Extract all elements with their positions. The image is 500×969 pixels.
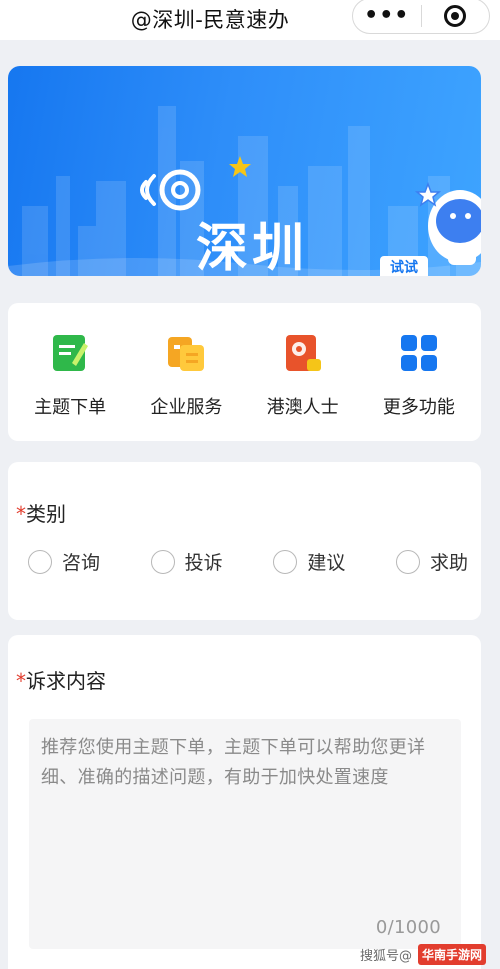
edit-note-icon bbox=[50, 333, 90, 373]
radio-consult[interactable]: 咨询 bbox=[28, 548, 100, 575]
function-grid: 主题下单 企业服务 港澳人士 更多功能 bbox=[8, 303, 481, 441]
watermark: 搜狐号@ 华南手游网 bbox=[360, 940, 500, 969]
function-more[interactable]: 更多功能 bbox=[364, 333, 474, 419]
radio-label: 建议 bbox=[307, 552, 346, 574]
banner-logo-text: 深圳 bbox=[196, 219, 309, 276]
function-label: 企业服务 bbox=[150, 397, 223, 418]
radio-circle[interactable] bbox=[273, 549, 298, 574]
required-mark: * bbox=[16, 502, 26, 526]
radio-label: 求助 bbox=[429, 552, 468, 574]
ask-me-badge[interactable]: 试试 问我 bbox=[380, 256, 428, 276]
mascot-illustration bbox=[414, 181, 481, 265]
category-label-text: 类别 bbox=[26, 502, 66, 526]
close-button[interactable] bbox=[422, 0, 490, 33]
radio-help[interactable]: 求助 bbox=[395, 548, 468, 575]
request-label: *诉求内容 bbox=[16, 665, 106, 694]
radio-label: 投诉 bbox=[184, 552, 223, 574]
function-enterprise-service[interactable]: 企业服务 bbox=[131, 333, 241, 419]
radio-circle[interactable] bbox=[28, 549, 52, 574]
more-dots-icon: ••• bbox=[364, 3, 410, 28]
radio-circle[interactable] bbox=[150, 549, 175, 574]
required-mark: * bbox=[16, 669, 26, 693]
grid-apps-icon bbox=[399, 333, 439, 373]
category-section: *类别 咨询 投诉 建议 求助 bbox=[8, 462, 481, 620]
category-radio-group: 咨询 投诉 建议 求助 bbox=[28, 548, 468, 575]
watermark-text: 搜狐号@ bbox=[360, 949, 413, 964]
radio-suggestion[interactable]: 建议 bbox=[273, 548, 345, 575]
banner[interactable]: 深圳 试试 问我 bbox=[8, 66, 481, 276]
category-label: *类别 bbox=[16, 498, 66, 527]
char-counter: 0/1000 bbox=[375, 917, 441, 938]
request-content-section: *诉求内容 推荐您使用主题下单，主题下单可以帮助您更详细、准确的描述问题，有助于… bbox=[8, 635, 481, 969]
top-bar: @深圳-民意速办 ••• bbox=[0, 0, 500, 40]
business-card-icon bbox=[166, 333, 206, 373]
request-label-text: 诉求内容 bbox=[26, 669, 106, 693]
function-hk-macau[interactable]: 港澳人士 bbox=[248, 333, 358, 419]
function-label: 主题下单 bbox=[34, 397, 107, 418]
function-label: 港澳人士 bbox=[266, 397, 339, 418]
more-button[interactable]: ••• bbox=[353, 0, 421, 33]
function-topic-order[interactable]: 主题下单 bbox=[15, 333, 125, 419]
radio-circle[interactable] bbox=[395, 549, 420, 574]
radio-complaint[interactable]: 投诉 bbox=[150, 548, 223, 575]
radio-label: 咨询 bbox=[62, 552, 101, 574]
watermark-logo: 华南手游网 bbox=[418, 944, 487, 965]
function-label: 更多功能 bbox=[382, 397, 455, 418]
mini-program-capsule: ••• bbox=[352, 0, 490, 34]
target-close-icon bbox=[444, 5, 467, 27]
textarea-placeholder: 推荐您使用主题下单，主题下单可以帮助您更详细、准确的描述问题，有助于加快处置速度 bbox=[41, 737, 426, 788]
request-textarea[interactable]: 推荐您使用主题下单，主题下单可以帮助您更详细、准确的描述问题，有助于加快处置速度… bbox=[29, 719, 461, 949]
badge-line-try: 试试 bbox=[380, 256, 428, 276]
passport-icon bbox=[283, 333, 323, 373]
